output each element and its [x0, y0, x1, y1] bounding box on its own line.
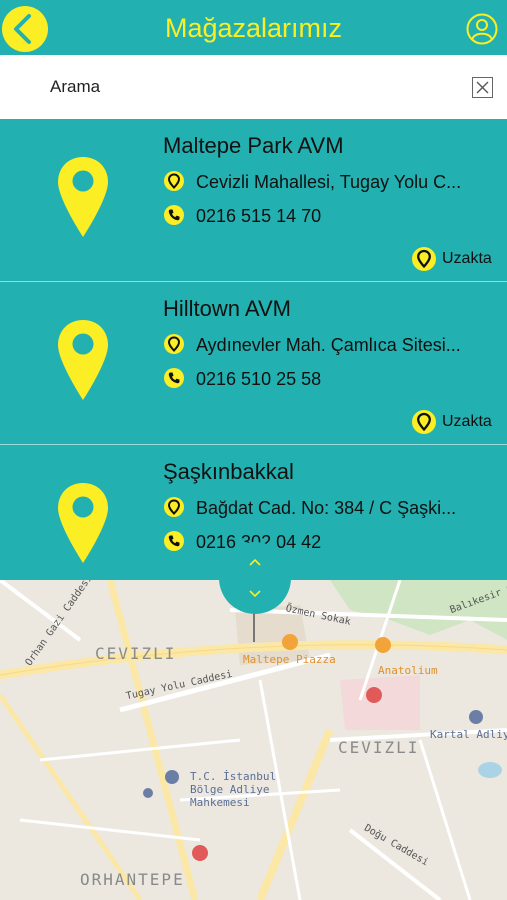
- chevron-up-down-icon: [249, 558, 261, 598]
- address-icon: [164, 497, 184, 517]
- map-view[interactable]: CEVIZLI CEVIZLI ORHANTEPE Maltepe Piazza…: [0, 580, 507, 900]
- address-icon: [164, 334, 184, 354]
- store-item[interactable]: Hilltown AVM Aydınevler Mah. Çamlıca Sit…: [0, 282, 507, 445]
- store-item[interactable]: Maltepe Park AVM Cevizli Mahallesi, Tuga…: [0, 119, 507, 282]
- clear-search-button[interactable]: [472, 77, 493, 98]
- distance-label: Uzakta: [442, 413, 492, 430]
- phone-icon: [164, 368, 184, 388]
- page-title: Mağazalarımız: [164, 13, 343, 43]
- map-pin-icon: [58, 320, 108, 400]
- store-name: Şaşkınbakkal: [163, 459, 294, 484]
- store-name: Hilltown AVM: [163, 296, 291, 321]
- distance-label: Uzakta: [442, 250, 492, 267]
- store-list: Maltepe Park AVM Cevizli Mahallesi, Tuga…: [0, 119, 507, 580]
- map-pin-icon: [58, 157, 108, 237]
- store-phone[interactable]: 0216 515 14 70: [196, 205, 486, 227]
- store-name: Maltepe Park AVM: [163, 133, 344, 158]
- phone-icon: [164, 531, 184, 551]
- map-label: T.C. İstanbul: [190, 770, 277, 783]
- map-label: CEVIZLI: [338, 738, 420, 757]
- search-bar[interactable]: Arama: [0, 55, 507, 119]
- app-header: Mağazalarımız: [0, 0, 507, 55]
- search-input[interactable]: Arama: [50, 77, 100, 97]
- map-label: Kartal Adliye: [430, 728, 507, 741]
- close-icon: [476, 81, 489, 94]
- map-label: Bölge Adliye: [190, 783, 270, 796]
- map-label: Maltepe Piazza: [243, 653, 336, 666]
- expand-collapse-button[interactable]: [219, 542, 291, 614]
- store-address: Bağdat Cad. No: 384 / C Şaşki...: [196, 498, 457, 518]
- store-address: Aydınevler Mah. Çamlıca Sitesi...: [196, 335, 461, 355]
- map-label: Mahkemesi: [190, 796, 250, 809]
- address-icon: [164, 171, 184, 191]
- location-icon: [412, 410, 436, 434]
- store-address: Cevizli Mahallesi, Tugay Yolu C...: [196, 172, 462, 192]
- user-icon: [466, 13, 498, 45]
- location-icon: [412, 247, 436, 271]
- map-label: Anatolium: [378, 664, 438, 677]
- map-pin-icon: [58, 483, 108, 563]
- phone-icon: [164, 205, 184, 225]
- profile-button[interactable]: [466, 13, 498, 45]
- map-label: ORHANTEPE: [80, 870, 185, 889]
- map-label: CEVIZLI: [95, 644, 177, 663]
- store-phone[interactable]: 0216 510 25 58: [196, 368, 486, 390]
